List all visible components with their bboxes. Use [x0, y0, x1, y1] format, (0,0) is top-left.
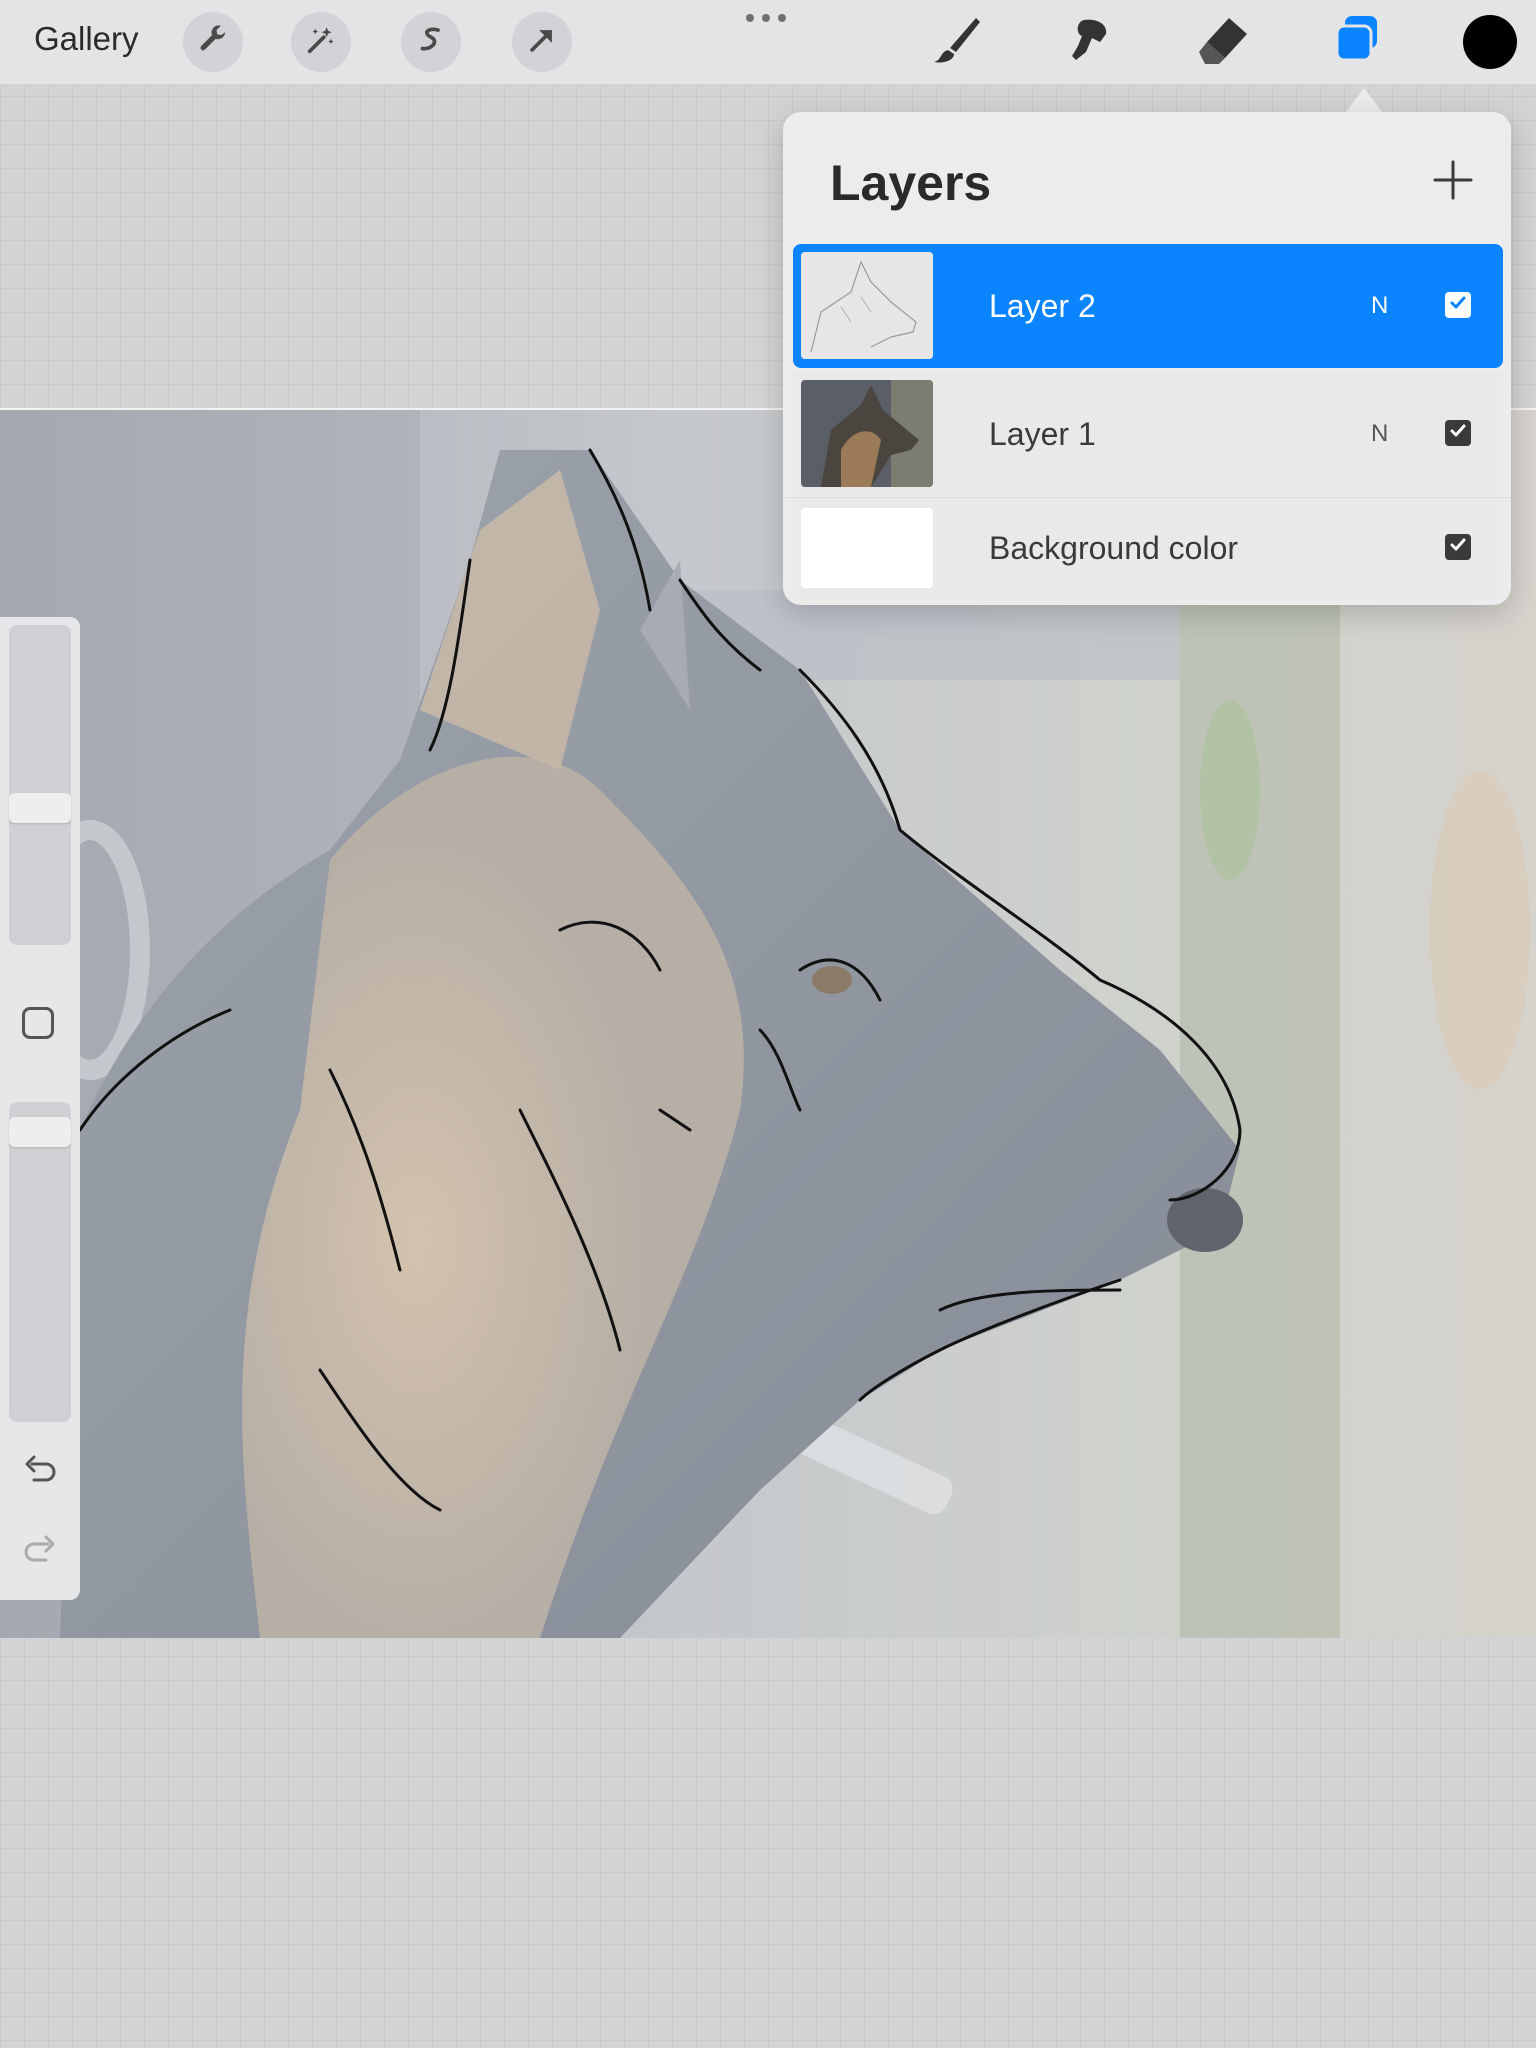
modify-square-icon[interactable] [22, 1007, 54, 1039]
redo-icon [20, 1535, 60, 1574]
layers-panel: Layers Layer 2 N Layer 1 N Background co… [783, 112, 1511, 605]
layer-row-layer-1[interactable]: Layer 1 N [793, 372, 1503, 496]
layer-thumbnail [801, 252, 933, 359]
checkmark-icon [1448, 421, 1468, 446]
layers-tool-button[interactable] [1325, 10, 1389, 74]
layers-title: Layers [830, 155, 992, 211]
background-color-swatch [801, 508, 933, 588]
color-picker-button[interactable] [1463, 15, 1517, 69]
checkmark-icon [1448, 535, 1468, 560]
magic-wand-icon [304, 23, 338, 62]
checkmark-icon [1448, 293, 1468, 318]
visibility-checkbox[interactable] [1445, 534, 1471, 560]
visibility-checkbox[interactable] [1445, 292, 1471, 318]
row-divider [783, 497, 1511, 498]
undo-button[interactable] [20, 1450, 60, 1490]
brush-size-handle[interactable] [9, 793, 71, 823]
smudge-icon [1062, 12, 1118, 73]
transform-arrow-icon [525, 23, 559, 62]
actions-button[interactable] [183, 12, 243, 72]
left-sidebar [0, 617, 80, 1600]
brush-size-slider[interactable] [9, 625, 71, 945]
eraser-tool-button[interactable] [1191, 10, 1255, 74]
selection-button[interactable] [401, 12, 461, 72]
blend-mode-button[interactable]: N [1371, 420, 1388, 448]
layer-row-layer-2[interactable]: Layer 2 N [793, 244, 1503, 368]
brush-opacity-slider[interactable] [9, 1102, 71, 1422]
brush-tool-button[interactable] [926, 10, 990, 74]
wrench-icon [196, 23, 230, 62]
ellipsis-icon [744, 14, 794, 32]
eraser-icon [1195, 12, 1251, 73]
undo-icon [20, 1455, 60, 1494]
blend-mode-button[interactable]: N [1371, 292, 1388, 320]
popover-arrow [1346, 88, 1382, 112]
layer-name: Layer 2 [989, 288, 1096, 324]
brush-opacity-handle[interactable] [9, 1117, 71, 1147]
transform-button[interactable] [512, 12, 572, 72]
more-handle[interactable] [744, 8, 794, 28]
layer-row-background-color[interactable]: Background color [793, 500, 1503, 600]
visibility-checkbox[interactable] [1445, 420, 1471, 446]
top-toolbar: Gallery [0, 0, 1536, 85]
layer-thumbnail [801, 380, 933, 487]
plus-icon [1423, 160, 1483, 214]
gallery-button[interactable]: Gallery [34, 20, 139, 58]
selection-icon [414, 23, 448, 62]
redo-button[interactable] [20, 1530, 60, 1570]
add-layer-button[interactable] [1423, 150, 1483, 210]
layer-name: Layer 1 [989, 416, 1096, 452]
brush-icon [930, 12, 986, 73]
layer-name: Background color [989, 530, 1239, 566]
adjustments-button[interactable] [291, 12, 351, 72]
smudge-tool-button[interactable] [1058, 10, 1122, 74]
layers-icon [1329, 12, 1385, 73]
